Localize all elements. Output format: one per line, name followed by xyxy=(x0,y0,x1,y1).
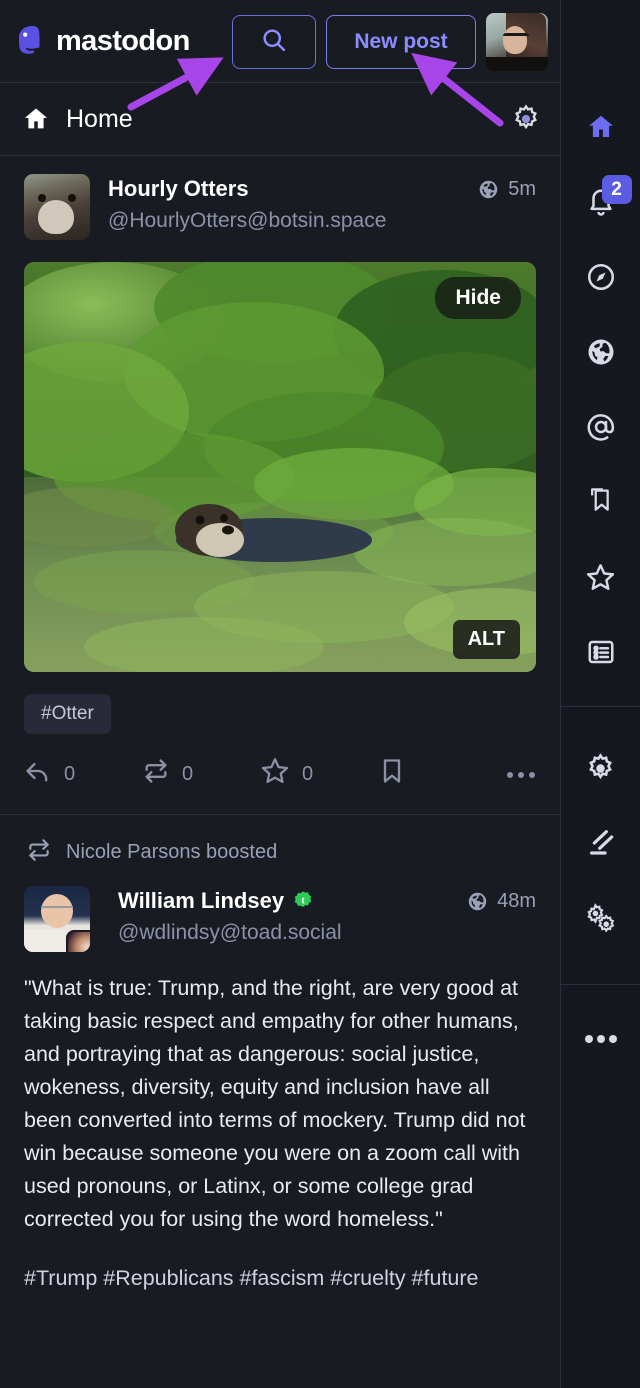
rail-item-bookmarks[interactable] xyxy=(561,467,640,542)
rail-item-lists[interactable] xyxy=(561,617,640,692)
avatar-glasses xyxy=(41,906,73,912)
list-icon xyxy=(586,637,616,672)
star-icon xyxy=(260,756,290,792)
new-post-button[interactable]: New post xyxy=(326,15,476,69)
hashtag-otter[interactable]: #Otter xyxy=(24,694,111,734)
bookmark-icon xyxy=(378,757,406,791)
status-author: William Lindsey t @wdlindsy@toad.social xyxy=(118,886,342,945)
green-check-badge-icon: t xyxy=(292,890,314,912)
at-icon xyxy=(586,412,616,447)
brand-bar: mastodon New post xyxy=(0,0,560,82)
account-handle[interactable]: @wdlindsy@toad.social xyxy=(118,921,342,945)
display-name[interactable]: Hourly Otters xyxy=(108,176,386,202)
hide-media-button[interactable]: Hide xyxy=(435,277,521,319)
gears-icon xyxy=(584,902,617,940)
ellipsis-icon xyxy=(506,763,536,786)
boost-icon xyxy=(26,837,52,868)
otter-pond-photo xyxy=(24,262,536,672)
account-handle[interactable]: @HourlyOtters@botsin.space xyxy=(108,209,386,233)
display-name[interactable]: William Lindsey t xyxy=(118,888,342,914)
display-name-text: William Lindsey xyxy=(118,888,285,913)
status-text: "What is true: Trump, and the right, are… xyxy=(24,976,532,1231)
rail-item-notifications[interactable]: 2 xyxy=(561,167,640,242)
rail-item-moderation[interactable] xyxy=(561,808,640,883)
status-action-bar: 0 0 0 xyxy=(24,756,536,814)
column-header: Home xyxy=(0,82,560,156)
boost-icon xyxy=(142,757,170,791)
navigation-rail: 2 xyxy=(560,0,640,1388)
compass-icon xyxy=(586,262,616,297)
favourite-count: 0 xyxy=(302,762,314,785)
reply-icon xyxy=(24,757,52,791)
boost-count: 0 xyxy=(182,762,194,785)
mastodon-app: mastodon New post Home Hourly Otters @Ho… xyxy=(0,0,640,1388)
status-hourly-otters[interactable]: Hourly Otters @HourlyOtters@botsin.space… xyxy=(0,156,560,815)
status-more-button[interactable] xyxy=(506,763,536,786)
status-header: William Lindsey t @wdlindsy@toad.social xyxy=(24,886,536,952)
reply-count: 0 xyxy=(64,762,76,785)
boost-attribution-label: Nicole Parsons boosted xyxy=(66,841,278,863)
ellipsis-icon xyxy=(584,1031,618,1049)
avatar[interactable] xyxy=(24,174,90,240)
globe-icon xyxy=(478,179,499,200)
reply-button[interactable]: 0 xyxy=(24,757,142,791)
column-settings-gear-icon[interactable] xyxy=(510,103,542,135)
bookmark-button[interactable] xyxy=(378,757,496,791)
rail-item-favourites[interactable] xyxy=(561,542,640,617)
favourite-button[interactable]: 0 xyxy=(260,756,378,792)
rail-divider xyxy=(560,706,640,707)
status-meta: 5m xyxy=(478,178,536,201)
status-header: Hourly Otters @HourlyOtters@botsin.space… xyxy=(24,174,536,240)
brand-actions: New post xyxy=(232,13,560,71)
page-title: Home xyxy=(66,104,133,133)
globe-icon xyxy=(467,891,488,912)
gear-icon xyxy=(584,752,617,790)
main-column: mastodon New post Home Hourly Otters @Ho… xyxy=(0,0,560,1388)
status-body: William Lindsey t @wdlindsy@toad.social xyxy=(0,874,560,1295)
mastodon-logo-icon xyxy=(18,25,48,57)
rail-item-home[interactable] xyxy=(561,92,640,167)
avatar[interactable] xyxy=(24,886,90,952)
status-author: Hourly Otters @HourlyOtters@botsin.space xyxy=(108,174,386,233)
avatar-snout xyxy=(38,200,74,234)
alt-text-button[interactable]: ALT xyxy=(452,620,520,659)
home-icon xyxy=(22,105,50,133)
hashtag-row: #Otter xyxy=(24,694,536,734)
avatar[interactable] xyxy=(486,13,548,71)
search-icon xyxy=(260,26,288,59)
boost-button[interactable]: 0 xyxy=(142,757,260,791)
mastodon-wordmark: mastodon xyxy=(56,24,190,57)
mastodon-logo-link[interactable]: mastodon xyxy=(18,25,190,58)
star-icon xyxy=(585,562,616,598)
rail-item-more[interactable] xyxy=(561,985,640,1095)
rail-item-private-mentions[interactable] xyxy=(561,392,640,467)
avatar-overlay-image xyxy=(66,930,90,952)
rail-item-live-feeds[interactable] xyxy=(561,317,640,392)
avatar-glasses xyxy=(503,33,529,40)
avatar-face xyxy=(503,26,527,54)
search-button[interactable] xyxy=(232,15,316,69)
bookmark-icon xyxy=(585,487,616,523)
status-media[interactable]: Hide ALT xyxy=(24,262,536,672)
avatar-body xyxy=(486,57,548,71)
status-hashtags[interactable]: #Trump #Republicans #fascism #cruelty #f… xyxy=(24,1262,536,1295)
home-icon xyxy=(586,112,616,147)
boost-attribution[interactable]: Nicole Parsons boosted xyxy=(0,815,560,874)
rail-item-administration[interactable] xyxy=(561,883,640,958)
rail-item-explore[interactable] xyxy=(561,242,640,317)
timestamp: 5m xyxy=(508,178,536,200)
gavel-icon xyxy=(585,827,617,864)
status-meta: 48m xyxy=(467,890,536,913)
status-william-lindsey[interactable]: Nicole Parsons boosted William Lindsey t… xyxy=(0,815,560,1295)
notifications-badge: 2 xyxy=(601,175,632,204)
timestamp: 48m xyxy=(497,890,536,912)
globe-icon xyxy=(586,337,616,372)
rail-item-settings[interactable] xyxy=(561,733,640,808)
